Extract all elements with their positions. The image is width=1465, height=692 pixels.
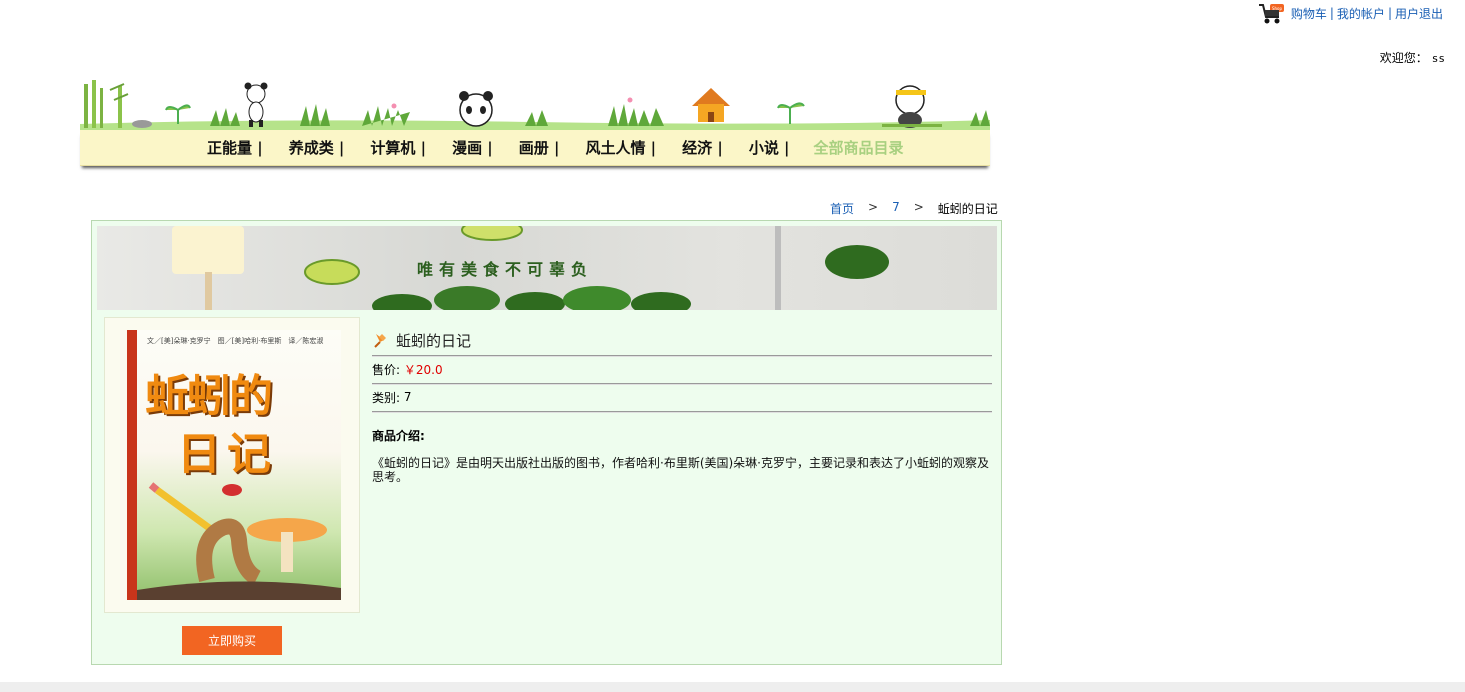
breadcrumb-separator: > [913, 200, 924, 214]
price-value: ￥20.0 [403, 362, 443, 377]
buy-now-button[interactable]: 立即购买 [182, 626, 282, 655]
product-detail-panel: 唯有美食不可辜负 文／[美]朵琳·克罗宁 图／[美]哈利·布里斯 译／陈宏淑 蚯… [91, 220, 1002, 665]
category-label: 类别: [372, 390, 401, 405]
cover-credits: 文／[美]朵琳·克罗宁 图／[美]哈利·布里斯 译／陈宏淑 [147, 337, 324, 345]
price-row: 售价: ￥20.0 [372, 357, 992, 381]
nav-item-comics[interactable]: 漫画 | [452, 137, 493, 158]
promo-banner: 唯有美食不可辜负 [97, 226, 997, 310]
link-separator: | [1387, 6, 1392, 20]
breadcrumb-home-link[interactable]: 首页 [830, 200, 854, 217]
product-title-row: 蚯蚓的日记 [372, 327, 992, 353]
shopping-cart-icon[interactable]: Shop [1257, 1, 1285, 25]
welcome-label: 欢迎您： [1379, 51, 1428, 65]
product-title: 蚯蚓的日记 [396, 331, 472, 350]
book-cover-image[interactable]: 文／[美]朵琳·克罗宁 图／[美]哈利·布里斯 译／陈宏淑 蚯蚓的 日记 [127, 330, 341, 600]
category-navbar: 正能量 | 养成类 | 计算机 | 漫画 | 画册 | 风土人情 | 经济 | … [80, 130, 990, 166]
pin-icon [374, 334, 386, 348]
top-links: Shop 购物车 | 我的帐户 | 用户退出 [1257, 0, 1443, 26]
breadcrumb-current: 蚯蚓的日记 [937, 202, 998, 216]
username: ss [1431, 52, 1445, 65]
nav-banner: 正能量 | 养成类 | 计算机 | 漫画 | 画册 | 风土人情 | 经济 | … [80, 80, 990, 172]
nav-item-economy[interactable]: 经济 | [682, 137, 723, 158]
category-value: 7 [403, 390, 412, 404]
intro-text: 《蚯蚓的日记》是由明天出版社出版的图书，作者哈利·布里斯(美国)朵琳·克罗宁，主… [372, 456, 989, 484]
nav-item-all-products[interactable]: 全部商品目录 [814, 137, 904, 158]
nav-item-positive-energy[interactable]: 正能量 | [207, 137, 263, 158]
welcome-message: 欢迎您： ss [1380, 49, 1445, 66]
divider [372, 411, 992, 413]
breadcrumb-separator: > [868, 200, 879, 214]
nav-item-customs[interactable]: 风土人情 | [585, 137, 656, 158]
link-separator: | [1329, 6, 1334, 20]
panda-grass-scene-illustration [80, 80, 990, 132]
product-image-frame: 文／[美]朵琳·克罗宁 图／[美]哈利·布里斯 译／陈宏淑 蚯蚓的 日记 [104, 317, 360, 613]
earthworm-pencil-illustration [137, 482, 341, 600]
price-label: 售价: [372, 362, 401, 377]
breadcrumb-category-link[interactable]: 7 [892, 200, 900, 217]
footer-strip [0, 682, 1465, 692]
nav-item-albums[interactable]: 画册 | [519, 137, 560, 158]
intro-label: 商品介绍: [372, 429, 425, 443]
cover-title-line1: 蚯蚓的 [145, 371, 273, 422]
logout-link[interactable]: 用户退出 [1395, 5, 1443, 22]
product-info: 蚯蚓的日记 售价: ￥20.0 类别: 7 商品介绍: 《蚯蚓的日记》是由明天出… [372, 327, 992, 484]
category-row: 类别: 7 [372, 385, 992, 409]
nav-item-cultivation[interactable]: 养成类 | [289, 137, 345, 158]
breadcrumb: 首页 > 7 > 蚯蚓的日记 [830, 200, 998, 217]
cart-link[interactable]: 购物车 [1291, 5, 1327, 22]
my-account-link[interactable]: 我的帐户 [1337, 5, 1385, 22]
nav-item-computer[interactable]: 计算机 | [370, 137, 426, 158]
promo-slogan: 唯有美食不可辜负 [417, 260, 594, 279]
nav-item-novels[interactable]: 小说 | [749, 137, 790, 158]
